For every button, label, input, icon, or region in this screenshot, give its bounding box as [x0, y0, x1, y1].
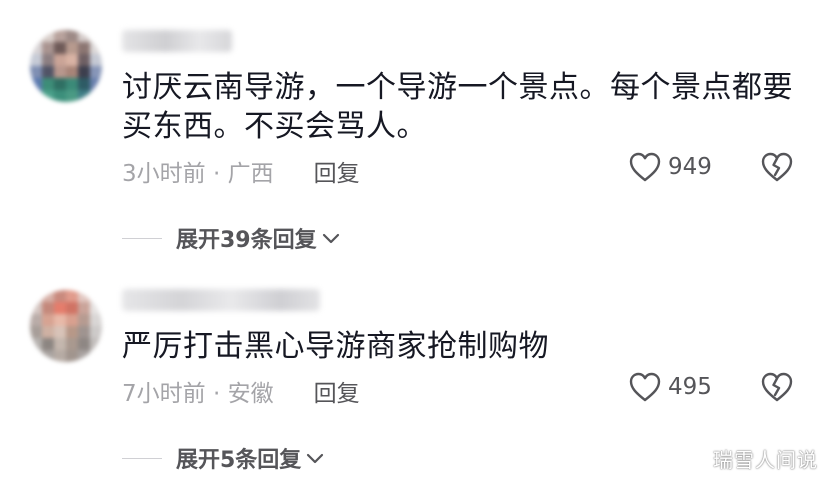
avatar[interactable] [30, 30, 102, 102]
time-location: 7小时前 · 安徽 [122, 381, 274, 407]
watermark: 瑞雪人间说 [713, 448, 818, 472]
like-count: 949 [668, 154, 712, 180]
comment-meta: 3小时前 · 广西 回复 [122, 154, 360, 188]
dislike-button[interactable] [760, 151, 794, 187]
dislike-button[interactable] [760, 371, 794, 407]
chevron-down-icon [322, 233, 339, 244]
expand-replies-label: 展开39条回复 [176, 228, 317, 253]
comment-list: 讨厌云南导游，一个导游一个景点。每个景点都要买东西。不买会骂人。 3小时前 · … [0, 0, 828, 489]
reply-button[interactable]: 回复 [314, 374, 360, 408]
username-blurred[interactable] [122, 30, 232, 52]
comment-meta: 7小时前 · 安徽 回复 [122, 374, 360, 408]
avatar[interactable] [30, 290, 102, 362]
like-button[interactable]: 495 [628, 371, 712, 403]
heart-outline-icon [629, 372, 661, 402]
like-count: 495 [668, 374, 712, 400]
expand-replies-button[interactable]: 展开39条回复 [122, 222, 341, 254]
broken-heart-icon [761, 372, 793, 402]
expand-replies-button[interactable]: 展开5条回复 [122, 442, 325, 474]
reply-button[interactable]: 回复 [314, 154, 360, 188]
broken-heart-icon [761, 152, 793, 182]
expand-replies-label: 展开5条回复 [176, 448, 302, 473]
chevron-down-icon [307, 453, 324, 464]
time-location: 3小时前 · 广西 [122, 161, 274, 187]
comment-text: 讨厌云南导游，一个导游一个景点。每个景点都要买东西。不买会骂人。 [122, 70, 793, 144]
username-blurred[interactable] [122, 289, 320, 311]
heart-outline-icon [629, 152, 661, 182]
divider-line [122, 237, 162, 239]
like-button[interactable]: 949 [628, 151, 712, 183]
divider-line [122, 457, 162, 459]
comment-text: 严厉打击黑心导游商家抢制购物 [122, 329, 549, 364]
